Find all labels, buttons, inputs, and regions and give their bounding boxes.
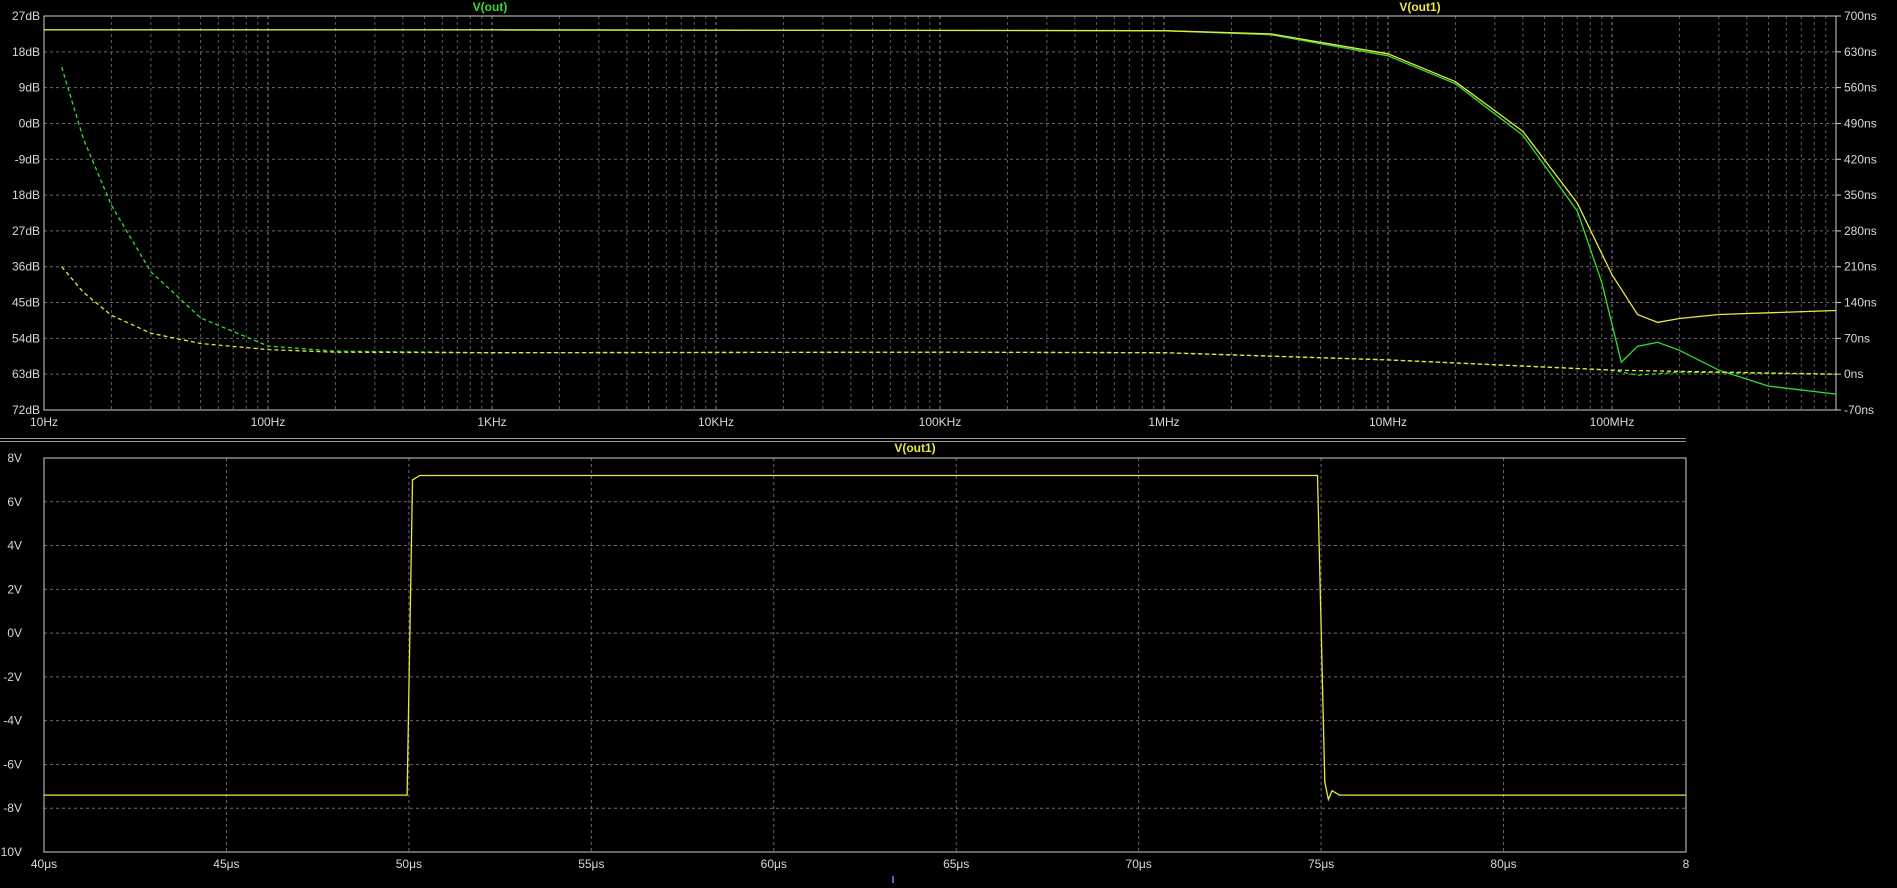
- right-tick-label: 700ns: [1844, 9, 1877, 23]
- left-tick-label: 36dB: [12, 260, 40, 274]
- y-tick-label: 6V: [7, 495, 22, 509]
- x-tick-label: 8: [1683, 857, 1690, 871]
- left-tick-label: 9dB: [19, 81, 40, 95]
- right-tick-label: 420ns: [1844, 152, 1877, 166]
- y-tick-label: -8V: [3, 801, 22, 815]
- left-tick-label: 45dB: [12, 296, 40, 310]
- right-tick-label: 280ns: [1844, 224, 1877, 238]
- x-tick-label: 80μs: [1490, 857, 1516, 871]
- left-tick-label: 18dB: [12, 188, 40, 202]
- x-tick-label: 100MHz: [1590, 415, 1635, 429]
- x-tick-label: 55μs: [578, 857, 604, 871]
- y-tick-label: -2V: [3, 670, 22, 684]
- right-tick-label: 210ns: [1844, 260, 1877, 274]
- left-tick-label: 54dB: [12, 331, 40, 345]
- left-tick-label: 63dB: [12, 367, 40, 381]
- right-tick-label: 70ns: [1844, 331, 1870, 345]
- left-tick-label: 27dB: [12, 9, 40, 23]
- x-tick-label: 75μs: [1308, 857, 1334, 871]
- trace-label-vout1-transient[interactable]: V(out1): [894, 441, 935, 455]
- plot-window: 27dB 18dB 9dB 0dB -9dB 18dB 27dB 36dB 45dB 54dB 63…: [0, 0, 1897, 883]
- x-tick-label: 10KHz: [698, 415, 734, 429]
- x-tick-label: 45μs: [213, 857, 239, 871]
- y-tick-label: 4V: [7, 539, 22, 553]
- x-tick-label: 100Hz: [251, 415, 286, 429]
- right-tick-label: 350ns: [1844, 188, 1877, 202]
- trace-label-vout1[interactable]: V(out1): [1399, 0, 1440, 14]
- x-tick-label: 40μs: [31, 857, 57, 871]
- waveform-viewer: 27dB 18dB 9dB 0dB -9dB 18dB 27dB 36dB 45dB 54dB 63…: [0, 0, 1897, 883]
- left-tick-label: 0dB: [19, 116, 40, 130]
- y-tick-label: 8V: [7, 451, 22, 465]
- y-tick-label: 0V: [7, 626, 22, 640]
- left-tick-label: -9dB: [15, 152, 40, 166]
- trace-label-vout[interactable]: V(out): [473, 0, 508, 14]
- right-tick-label: -70ns: [1844, 403, 1874, 417]
- x-tick-label: 70μs: [1126, 857, 1152, 871]
- x-tick-label: 65μs: [943, 857, 969, 871]
- y-tick-label: 10V: [1, 845, 22, 859]
- x-tick-label: 10MHz: [1369, 415, 1407, 429]
- y-tick-label: 2V: [7, 582, 22, 596]
- right-tick-label: 630ns: [1844, 45, 1877, 59]
- right-tick-label: 490ns: [1844, 116, 1877, 130]
- right-tick-label: 140ns: [1844, 296, 1877, 310]
- x-tick-label: 10Hz: [30, 415, 58, 429]
- x-tick-label: 50μs: [396, 857, 422, 871]
- left-tick-label: 27dB: [12, 224, 40, 238]
- y-tick-label: -6V: [3, 757, 22, 771]
- x-tick-label: 60μs: [761, 857, 787, 871]
- left-tick-label: 18dB: [12, 45, 40, 59]
- right-tick-label: 0ns: [1844, 367, 1863, 381]
- x-tick-label: 1KHz: [477, 415, 506, 429]
- status-strip: [0, 876, 1897, 883]
- y-tick-label: -4V: [3, 714, 22, 728]
- right-tick-label: 560ns: [1844, 81, 1877, 95]
- x-tick-label: 1MHz: [1148, 415, 1179, 429]
- x-tick-label: 100KHz: [919, 415, 962, 429]
